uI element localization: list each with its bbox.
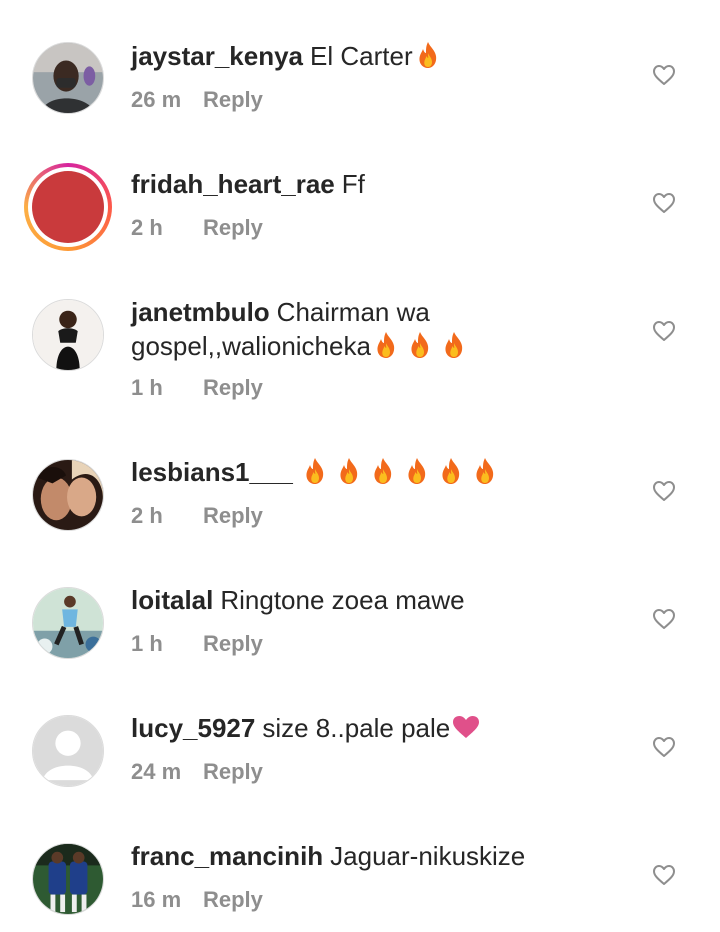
- fire-emoji: [372, 457, 394, 485]
- comment-username[interactable]: franc_mancinih: [131, 841, 323, 871]
- comment-timestamp: 16 m: [131, 887, 182, 912]
- fire-emoji: [409, 331, 431, 359]
- comment-text: Ff: [341, 169, 365, 199]
- comment-timestamp: 2 h: [131, 503, 163, 528]
- avatar[interactable]: [32, 459, 104, 531]
- fire-emoji: [440, 457, 462, 485]
- reply-button[interactable]: Reply: [203, 502, 263, 530]
- pink-heart-emoji: [452, 713, 480, 738]
- comment-text: Jaguar-nikuskize: [330, 841, 526, 871]
- comment-text-continued: gospel,,walionicheka: [131, 331, 371, 361]
- fire-emojis: [371, 331, 473, 361]
- comment-username[interactable]: jaystar_kenya: [131, 41, 303, 71]
- reply-button[interactable]: Reply: [203, 86, 263, 114]
- fire-emoji: [338, 457, 360, 485]
- fire-emoji: [304, 457, 326, 485]
- comment-text: Ringtone zoea mawe: [220, 585, 465, 615]
- comment-username[interactable]: fridah_heart_rae: [131, 169, 335, 199]
- comment-username[interactable]: janetmbulo: [131, 297, 270, 327]
- comment-timestamp: 1 h: [131, 631, 163, 656]
- fire-emoji: [474, 457, 496, 485]
- heart-outline-icon: [652, 607, 676, 631]
- heart-outline-icon: [652, 863, 676, 887]
- reply-button[interactable]: Reply: [203, 758, 263, 786]
- like-button[interactable]: [652, 191, 676, 215]
- comment-text: El Carter: [310, 41, 413, 71]
- reply-button[interactable]: Reply: [203, 630, 263, 658]
- fire-emoji: [417, 41, 439, 69]
- reply-button[interactable]: Reply: [203, 374, 263, 402]
- fire-emojis: [413, 41, 447, 71]
- comment-timestamp: 1 h: [131, 375, 163, 400]
- reply-button[interactable]: Reply: [203, 886, 263, 914]
- like-button[interactable]: [652, 607, 676, 631]
- comment-text: Chairman wa: [276, 297, 430, 327]
- like-button[interactable]: [652, 863, 676, 887]
- avatar[interactable]: [32, 843, 104, 915]
- fire-emoji: [375, 331, 397, 359]
- like-button[interactable]: [652, 479, 676, 503]
- heart-outline-icon: [652, 735, 676, 759]
- fire-emoji: [406, 457, 428, 485]
- comment-text: size 8..pale pale: [262, 713, 451, 743]
- fire-emoji: [443, 331, 465, 359]
- heart-outline-icon: [652, 479, 676, 503]
- reply-button[interactable]: Reply: [203, 214, 263, 242]
- comment-timestamp: 24 m: [131, 759, 182, 784]
- heart-outline-icon: [652, 319, 676, 343]
- avatar[interactable]: [32, 715, 104, 787]
- avatar[interactable]: [24, 163, 112, 251]
- comment-username[interactable]: loitalal: [131, 585, 213, 615]
- heart-outline-icon: [652, 191, 676, 215]
- comment-username[interactable]: lucy_5927: [131, 713, 255, 743]
- comment-username[interactable]: lesbians1___: [131, 457, 293, 487]
- avatar[interactable]: [32, 42, 104, 114]
- comment-timestamp: 2 h: [131, 215, 163, 240]
- heart-outline-icon: [652, 63, 676, 87]
- fire-emojis: [300, 457, 504, 487]
- like-button[interactable]: [652, 319, 676, 343]
- comment-timestamp: 26 m: [131, 87, 182, 112]
- like-button[interactable]: [652, 735, 676, 759]
- like-button[interactable]: [652, 63, 676, 87]
- avatar[interactable]: [32, 299, 104, 371]
- avatar[interactable]: [32, 587, 104, 659]
